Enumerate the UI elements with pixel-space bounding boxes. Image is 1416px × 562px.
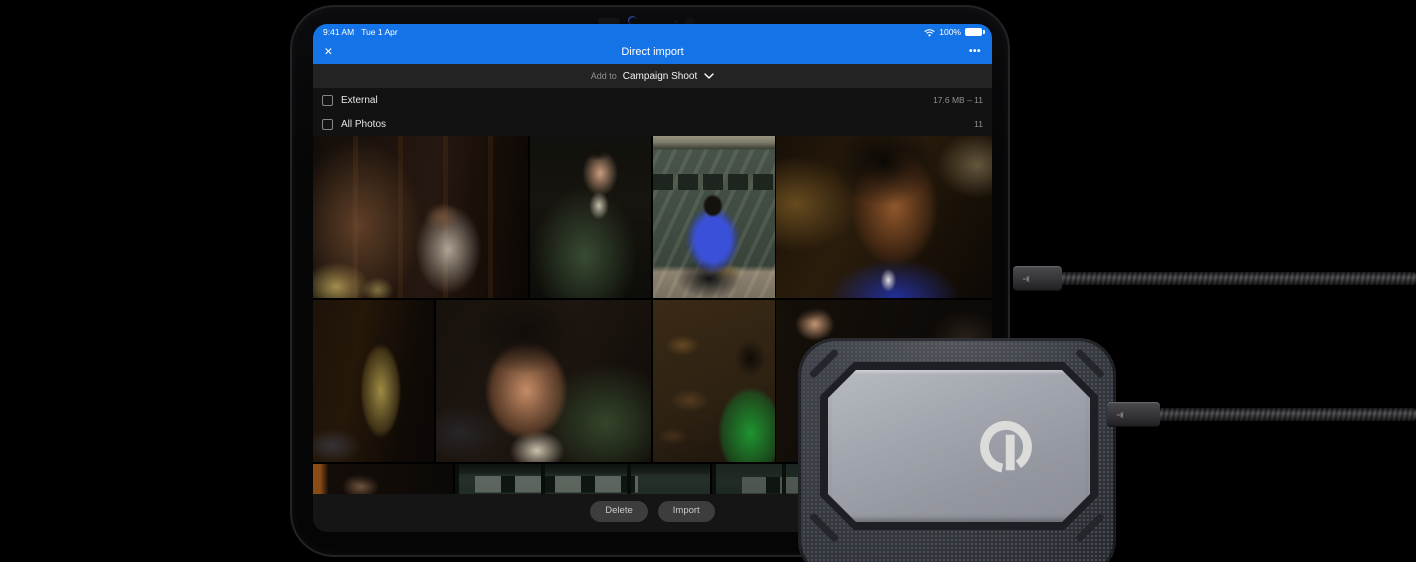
- all-photos-checkbox[interactable]: [322, 118, 333, 130]
- thunderbolt-cable-top: [1058, 272, 1416, 285]
- drive-faceplate: G: [828, 370, 1090, 522]
- photo-thumbnail[interactable]: [313, 300, 434, 462]
- photo-thumbnail[interactable]: [455, 464, 710, 494]
- chevron-down-icon[interactable]: [704, 73, 714, 79]
- photo-thumbnail[interactable]: [313, 464, 453, 494]
- photo-thumbnail[interactable]: [776, 136, 992, 298]
- source-row-all-photos[interactable]: All Photos 11: [313, 112, 992, 136]
- status-time: 9:41 AM: [323, 27, 355, 37]
- source-row-external[interactable]: External 17.6 MB – 11: [313, 88, 992, 112]
- cable-connector-top: [1013, 266, 1062, 291]
- close-button[interactable]: ✕: [324, 47, 333, 58]
- import-button[interactable]: Import: [657, 501, 715, 522]
- drive-corner-ridge: [1074, 512, 1106, 543]
- external-drive: G: [798, 338, 1116, 562]
- photo-thumbnail[interactable]: [313, 136, 528, 298]
- add-to-label: Add to: [590, 71, 617, 81]
- add-to-bar: Add to Campaign Shoot: [313, 64, 992, 88]
- collection-selector[interactable]: Campaign Shoot: [623, 71, 698, 82]
- thunderbolt-cable-bottom: [1156, 408, 1416, 421]
- photo-thumbnail[interactable]: [653, 300, 775, 462]
- source-label: External: [341, 94, 378, 106]
- wifi-icon: [924, 28, 935, 36]
- page-title: Direct import: [621, 46, 684, 58]
- drive-corner-ridge: [808, 348, 840, 379]
- status-date: Tue 1 Apr: [361, 27, 398, 37]
- scene: 9:41 AM Tue 1 Apr 100% ✕ Direct import •…: [0, 0, 1416, 562]
- battery-icon: [965, 28, 985, 36]
- drive-corner-ridge: [808, 512, 840, 543]
- drive-corner-ridge: [1074, 348, 1106, 379]
- thunderbolt-icon: [1022, 275, 1030, 282]
- thunderbolt-icon: [1116, 411, 1124, 418]
- status-bar: 9:41 AM Tue 1 Apr 100%: [313, 24, 992, 40]
- photo-thumbnail[interactable]: [436, 300, 651, 462]
- nav-bar: ✕ Direct import •••: [313, 40, 992, 64]
- source-label: All Photos: [341, 118, 387, 130]
- photo-thumbnail[interactable]: [530, 136, 651, 298]
- external-checkbox[interactable]: [322, 94, 333, 106]
- source-detail: 11: [974, 119, 983, 129]
- battery-percent: 100%: [939, 27, 961, 37]
- source-detail: 17.6 MB – 11: [933, 95, 983, 105]
- front-sensor-dot: [674, 20, 677, 23]
- more-options-button[interactable]: •••: [969, 47, 981, 57]
- delete-button[interactable]: Delete: [590, 501, 648, 522]
- g-brand-logo-icon: [978, 410, 1034, 480]
- cable-connector-bottom: [1107, 402, 1160, 427]
- photo-thumbnail[interactable]: [653, 136, 775, 298]
